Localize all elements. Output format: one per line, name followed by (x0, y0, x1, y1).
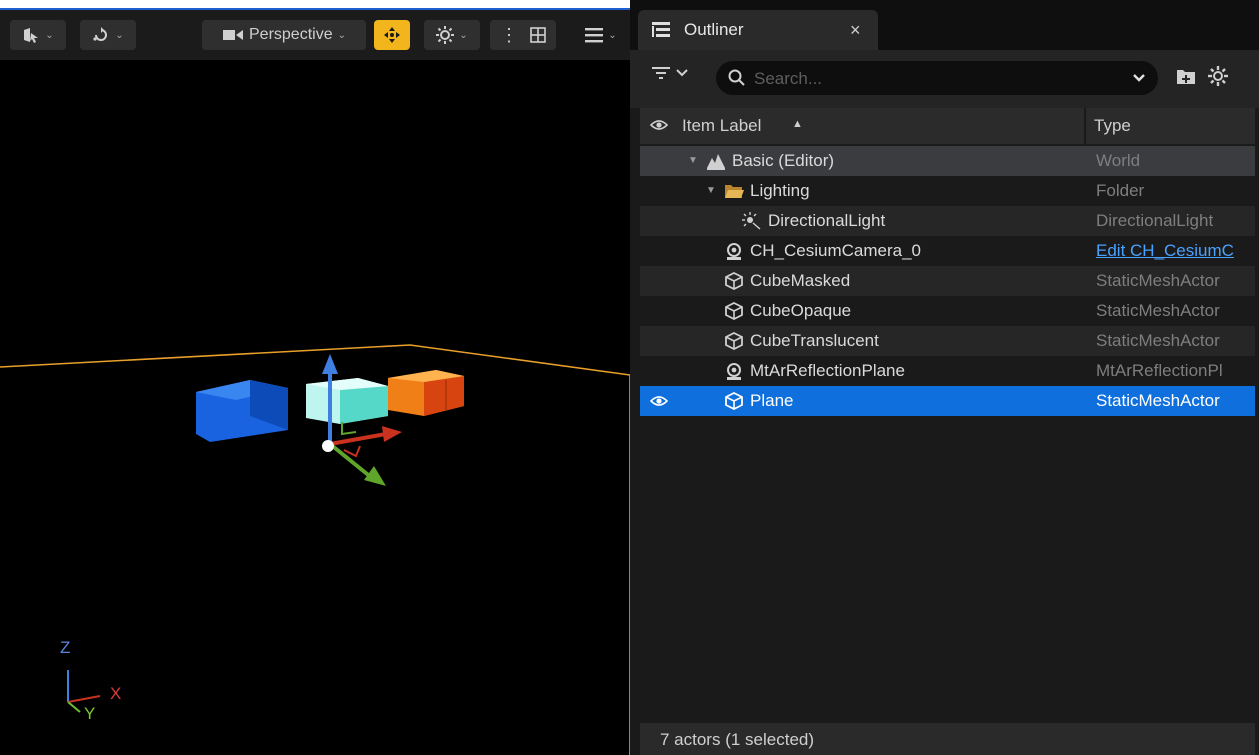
tab-bar: Outliner × (630, 0, 1259, 50)
eye-icon[interactable] (650, 394, 668, 408)
expand-arrow-icon[interactable]: ▼ (688, 155, 698, 166)
cube-translucent-mesh[interactable] (306, 378, 388, 424)
eye-icon[interactable] (650, 118, 668, 132)
tree-row-plane[interactable]: Plane StaticMeshActor (640, 386, 1255, 416)
row-type: Folder (1096, 181, 1145, 200)
outliner-panel: Outliner × Search... Item Label ▲ Type ▼… (630, 0, 1259, 755)
column-header: Item Label ▲ Type (640, 108, 1255, 144)
type-header[interactable]: Type (1094, 116, 1131, 136)
select-arrow-icon (24, 28, 39, 43)
chevron-down-icon: ⌄ (608, 29, 617, 41)
outliner-toolbar (630, 50, 1259, 108)
chevron-down-icon: ⌄ (337, 29, 346, 41)
row-type: DirectionalLight (1096, 211, 1214, 230)
tree-row-cube-masked[interactable]: CubeMasked StaticMeshActor (640, 266, 1255, 296)
tab-outliner[interactable]: Outliner × (638, 10, 878, 50)
row-type: StaticMeshActor (1096, 271, 1220, 290)
static-mesh-icon (725, 332, 743, 350)
row-label: Basic (Editor) (732, 151, 835, 170)
cube-opaque-mesh[interactable] (388, 370, 464, 416)
select-mode-button[interactable]: ⌄ (10, 20, 66, 50)
grid-layout-icon (530, 27, 546, 43)
tree-row-cesium-camera[interactable]: CH_CesiumCamera_0 Edit CH_CesiumC (640, 236, 1255, 266)
tree-row-directional-light[interactable]: DirectionalLight DirectionalLight (640, 206, 1255, 236)
row-label: CubeTranslucent (750, 331, 879, 350)
row-label: Lighting (750, 181, 810, 200)
game-view-toggle-button[interactable] (374, 20, 410, 50)
row-label: CH_CesiumCamera_0 (750, 241, 922, 260)
tree-row-reflection-plane[interactable]: MtArReflectionPlane MtArReflectionPl (640, 356, 1255, 386)
tree-row-cube-opaque[interactable]: CubeOpaque StaticMeshActor (640, 296, 1255, 326)
row-label: Plane (750, 391, 794, 410)
cube-masked-mesh[interactable] (196, 380, 288, 442)
static-mesh-icon (725, 272, 743, 290)
static-mesh-icon (725, 302, 743, 320)
status-bar: 7 actors (1 selected) (640, 723, 1255, 755)
outliner-icon (652, 22, 670, 37)
filter-button[interactable] (652, 66, 688, 80)
tree-row-lighting[interactable]: ▼ Lighting Folder (640, 176, 1255, 206)
chevron-down-icon: ⌄ (45, 29, 54, 41)
lit-mode-button[interactable]: ⌄ (424, 20, 480, 50)
gear-icon[interactable] (1208, 66, 1228, 86)
search-input[interactable] (752, 65, 1116, 93)
sort-ascending-icon: ▲ (792, 118, 803, 130)
search-box[interactable] (716, 61, 1158, 95)
axis-y-label: Y (84, 704, 96, 723)
transform-mode-button[interactable]: ⌄ (80, 20, 136, 50)
folder-icon (725, 185, 744, 198)
actor-icon (727, 363, 741, 380)
tab-title: Outliner (684, 20, 744, 39)
close-icon[interactable]: × (850, 20, 861, 41)
search-icon (728, 69, 745, 86)
static-mesh-icon (725, 392, 743, 410)
expand-arrow-icon[interactable]: ▼ (706, 185, 716, 196)
chevron-down-icon: ⌄ (115, 29, 124, 41)
level-viewport[interactable]: ⌄ ⌄ Perspective ⌄ ⌄ ⋮ ⌄ Z X Y (0, 8, 630, 755)
tree-row-basic-editor[interactable]: ▼ Basic (Editor) World (640, 146, 1255, 176)
move-arrows-icon (384, 27, 400, 43)
viewport-scene[interactable] (0, 60, 630, 755)
actor-icon (727, 243, 741, 260)
tree-row-cube-translucent[interactable]: CubeTranslucent StaticMeshActor (640, 326, 1255, 356)
chevron-down-icon: ⌄ (459, 29, 468, 41)
rotate-icon (93, 27, 108, 41)
camera-mode-button[interactable]: Perspective ⌄ (202, 20, 366, 50)
row-type: StaticMeshActor (1096, 331, 1220, 350)
chevron-down-icon (676, 69, 688, 77)
hamburger-menu-icon (585, 28, 604, 43)
actor-count-text: 7 actors (1 selected) (660, 730, 815, 749)
filter-icon (652, 67, 670, 79)
axis-z-label: Z (60, 638, 71, 657)
viewport-options-button[interactable]: ⌄ (576, 20, 626, 50)
sun-icon (436, 26, 455, 44)
item-label-header[interactable]: Item Label (682, 116, 761, 136)
video-camera-icon (223, 30, 243, 40)
row-label: CubeOpaque (750, 301, 852, 320)
row-type: StaticMeshActor (1096, 301, 1220, 320)
column-divider[interactable] (1084, 108, 1086, 144)
directional-light-icon (742, 212, 761, 230)
row-type: World (1096, 151, 1141, 170)
row-type: StaticMeshActor (1096, 391, 1220, 410)
viewport-toolbar: ⌄ ⌄ Perspective ⌄ ⌄ ⋮ ⌄ (0, 8, 630, 60)
chevron-down-icon[interactable] (1132, 69, 1146, 87)
edit-blueprint-link[interactable]: Edit CH_CesiumC (1096, 241, 1254, 261)
row-label: DirectionalLight (768, 211, 886, 230)
row-label: CubeMasked (750, 271, 851, 290)
more-vertical-icon: ⋮ (500, 24, 518, 45)
axis-x-label: X (110, 684, 122, 703)
world-icon (707, 154, 725, 170)
camera-mode-label: Perspective (249, 26, 333, 43)
outliner-tree: ▼ Basic (Editor) World ▼ Lighting Folder (640, 146, 1255, 416)
row-label: MtArReflectionPlane (750, 361, 905, 380)
add-folder-icon[interactable] (1176, 67, 1196, 85)
viewport-layout-button[interactable]: ⋮ (490, 20, 556, 50)
row-type: MtArReflectionPl (1096, 361, 1223, 380)
